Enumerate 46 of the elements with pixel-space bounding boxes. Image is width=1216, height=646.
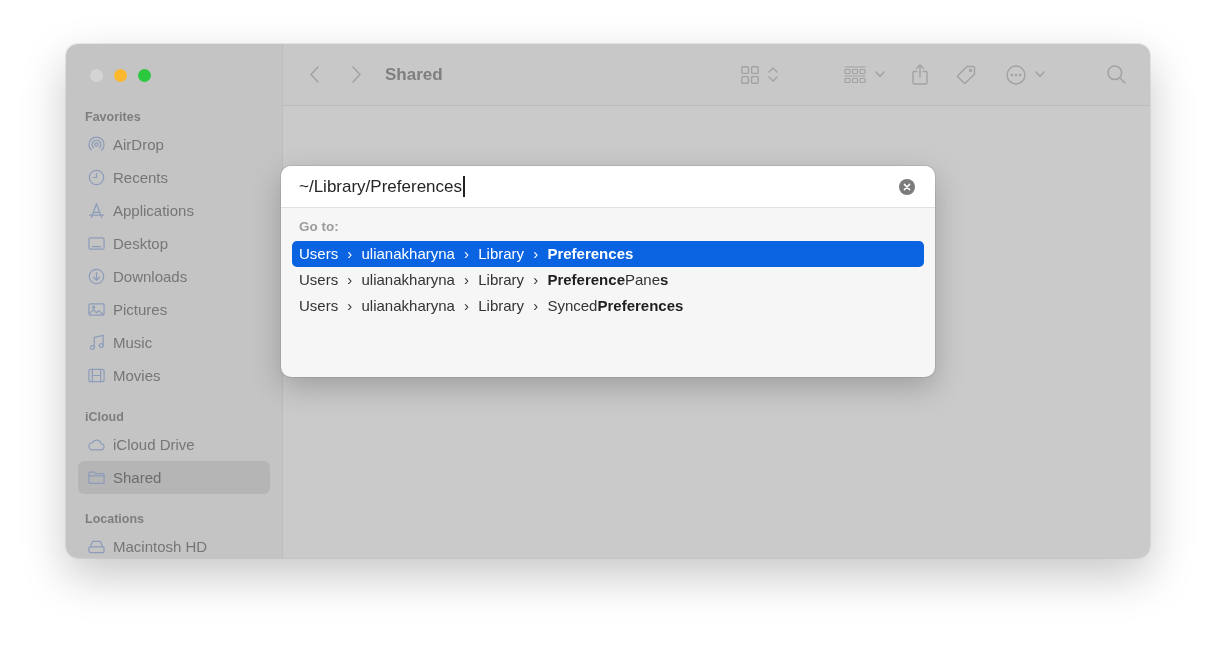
sidebar-item[interactable]: Desktop — [78, 227, 270, 260]
sidebar-item[interactable]: Macintosh HD — [78, 530, 270, 558]
sidebar-item[interactable]: Shared — [78, 461, 270, 494]
chevron-down-icon[interactable] — [875, 71, 885, 78]
drive-icon — [88, 538, 105, 555]
path-suggestion[interactable]: Users › ulianakharyna › Library › Preferences — [292, 241, 924, 267]
sidebar-item[interactable]: Downloads — [78, 260, 270, 293]
waves-icon — [88, 136, 105, 153]
tag-icon[interactable] — [956, 64, 976, 85]
sidebar-item[interactable]: Pictures — [78, 293, 270, 326]
forward-icon[interactable] — [352, 66, 361, 83]
sidebar-item[interactable]: Music — [78, 326, 270, 359]
share-icon[interactable] — [912, 64, 928, 85]
cloud-icon — [88, 436, 105, 453]
clock-icon — [88, 169, 105, 186]
text-cursor-icon — [463, 176, 465, 197]
sidebar-item[interactable]: Applications — [78, 194, 270, 227]
section-heading: Locations — [84, 511, 145, 527]
section-heading: Favorites — [84, 109, 141, 125]
folder-title: Shared — [385, 64, 443, 85]
path-field[interactable]: ~/Library/Preferences — [281, 166, 935, 208]
clear-icon[interactable] — [899, 178, 915, 195]
letter-a-icon — [88, 202, 105, 219]
film-icon — [88, 367, 105, 384]
more-icon[interactable] — [1006, 64, 1026, 85]
photo-icon — [88, 301, 105, 318]
folder-icon — [88, 469, 105, 486]
monitor-icon — [88, 235, 105, 252]
minimize-button[interactable] — [114, 69, 127, 82]
sidebar-item[interactable]: iCloud Drive — [78, 428, 270, 461]
path-suggestion[interactable]: Users › ulianakharyna › Library › SyncedPreferences — [292, 293, 924, 319]
up-down-chevron-icon[interactable] — [768, 67, 778, 82]
sidebar-item[interactable]: AirDrop — [78, 128, 270, 161]
section-heading: iCloud — [84, 409, 124, 425]
zoom-button[interactable] — [138, 69, 151, 82]
music-note-icon — [88, 334, 105, 351]
section-label: Go to: — [299, 219, 339, 235]
search-icon[interactable] — [1107, 65, 1126, 84]
chevron-down-icon[interactable] — [1035, 71, 1045, 78]
sidebar-item[interactable]: Movies — [78, 359, 270, 392]
back-icon[interactable] — [310, 66, 319, 83]
path-suggestion[interactable]: Users › ulianakharyna › Library › PreferencePanes — [292, 267, 924, 293]
grid-view-icon[interactable] — [741, 65, 759, 84]
sidebar-item[interactable]: Recents — [78, 161, 270, 194]
grouped-grid-icon[interactable] — [844, 65, 866, 84]
down-arrow-circle-icon — [88, 268, 105, 285]
